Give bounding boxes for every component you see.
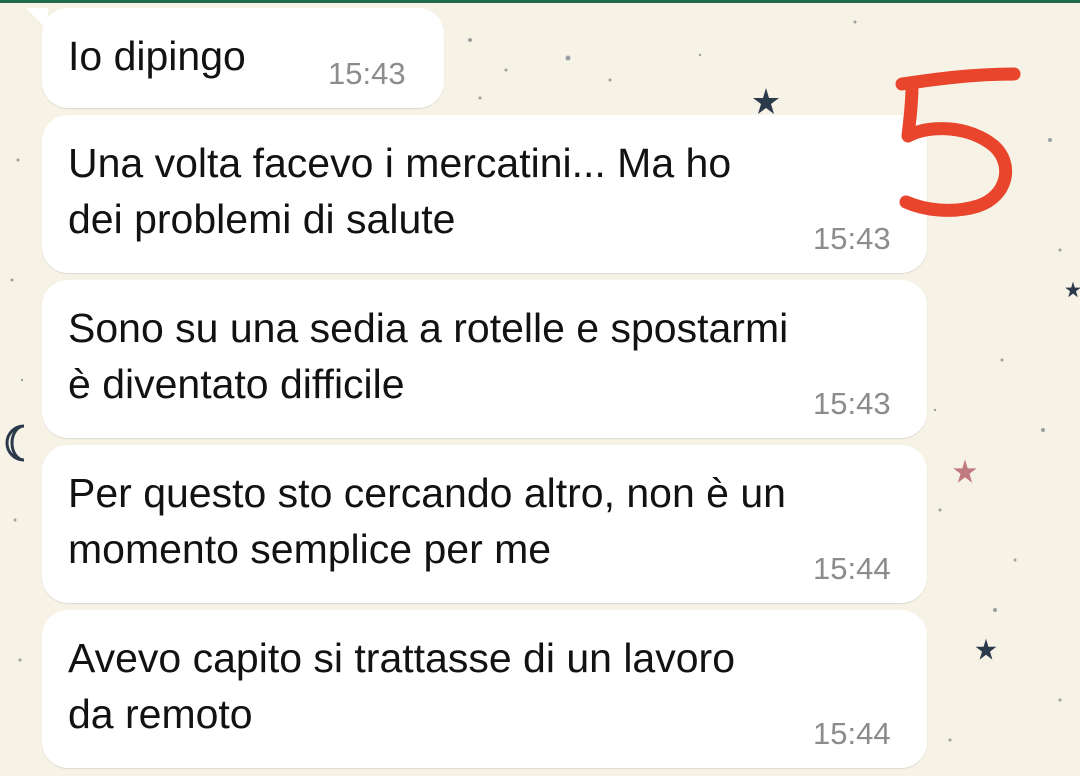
star-icon: [975, 638, 997, 660]
message-text-line: dei problemi di salute: [68, 196, 456, 242]
message-timestamp: 15:44: [813, 716, 891, 751]
message-text-line: Una volta facevo i mercatini... Ma ho: [68, 140, 732, 186]
message-bubble[interactable]: Avevo capito si trattasse di un lavoro d…: [42, 610, 927, 768]
message-timestamp: 15:43: [813, 221, 891, 256]
message-bubble[interactable]: Io dipingo 15:43: [26, 8, 444, 108]
message-text-line: Avevo capito si trattasse di un lavoro: [68, 635, 735, 681]
message-text-line: Per questo sto cercando altro, non è un: [68, 470, 786, 516]
message-timestamp: 15:43: [813, 386, 891, 421]
message-text: Io dipingo: [68, 33, 246, 79]
annotation-stroke: [895, 67, 1021, 217]
star-icon: [753, 88, 779, 114]
message-text-line: momento semplice per me: [68, 526, 552, 572]
message-bubble[interactable]: Una volta facevo i mercatini... Ma ho de…: [42, 115, 927, 273]
star-icon: [953, 459, 977, 483]
handwritten-number-annotation: [895, 67, 1021, 217]
bubble-tail: [26, 8, 48, 30]
message-bubble[interactable]: Per questo sto cercando altro, non è un …: [42, 445, 927, 603]
message-text-line: è diventato difficile: [68, 361, 405, 407]
message-timestamp: 15:43: [328, 56, 406, 91]
message-timestamp: 15:44: [813, 551, 891, 586]
crescent-moon-icon: [5, 424, 25, 462]
message-bubble[interactable]: Sono su una sedia a rotelle e spostarmi …: [42, 280, 927, 438]
star-icon: [1065, 281, 1080, 298]
message-text-line: da remoto: [68, 691, 253, 737]
message-text-line: Sono su una sedia a rotelle e spostarmi: [68, 305, 789, 351]
